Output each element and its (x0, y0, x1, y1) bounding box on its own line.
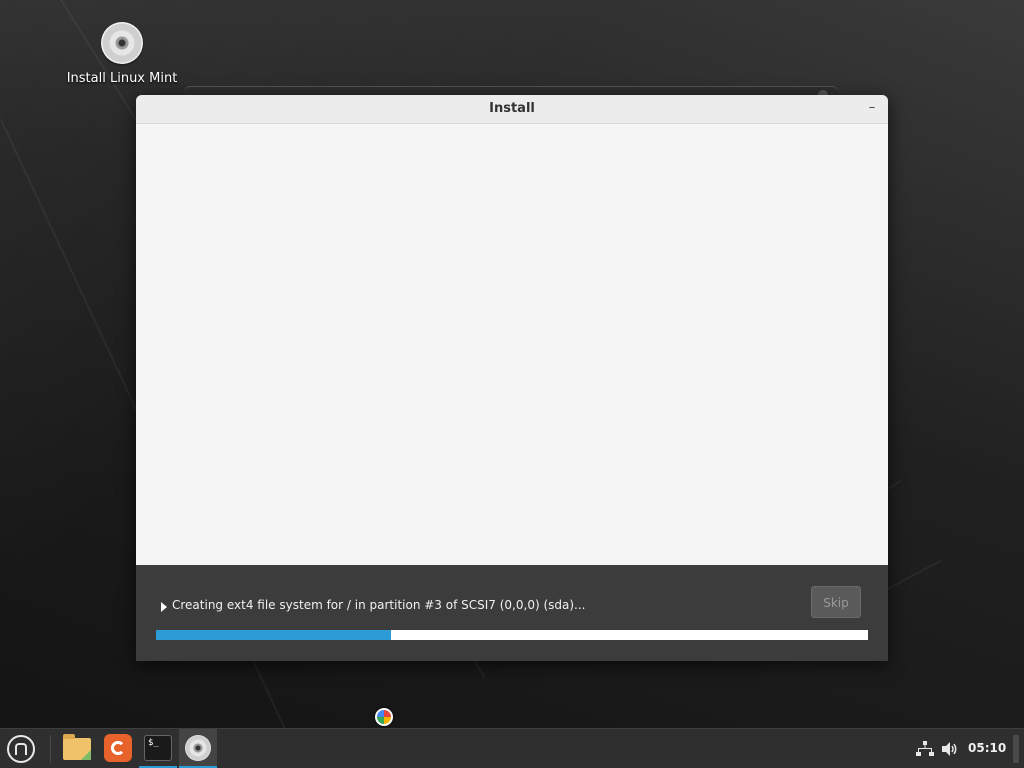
show-desktop-button[interactable] (1013, 735, 1019, 763)
install-status-text: Creating ext4 file system for / in parti… (172, 598, 586, 612)
desktop-icon-install-linux-mint[interactable]: Install Linux Mint (62, 22, 182, 86)
minimize-button[interactable]: – (864, 101, 880, 117)
volume-icon[interactable] (941, 741, 959, 757)
progress-panel: Creating ext4 file system for / in parti… (136, 565, 888, 661)
launcher-terminal[interactable]: $_ (139, 729, 177, 768)
disc-icon (101, 22, 143, 64)
firefox-icon (104, 734, 132, 762)
taskbar-separator (50, 735, 51, 763)
expander-arrow-icon[interactable] (161, 602, 167, 612)
desktop-icon-label: Install Linux Mint (66, 71, 178, 86)
install-window: Install – Creating ext4 file system for … (136, 95, 888, 661)
launcher-firefox[interactable] (99, 729, 137, 768)
taskbar: $_ 05:10 (0, 728, 1024, 768)
busy-cursor-icon (375, 708, 393, 726)
linux-mint-logo-icon (7, 735, 35, 763)
launcher-installer[interactable] (179, 729, 217, 768)
progress-bar (156, 630, 868, 640)
clock[interactable]: 05:10 (968, 741, 1006, 755)
skip-button[interactable]: Skip (811, 586, 861, 618)
disc-icon (185, 735, 211, 761)
terminal-icon: $_ (144, 735, 172, 761)
network-icon[interactable] (916, 741, 934, 757)
window-titlebar[interactable]: Install – (136, 95, 888, 124)
slideshow-area (136, 124, 888, 565)
window-title: Install (489, 101, 535, 116)
menu-button[interactable] (4, 732, 38, 766)
desktop: Install Linux Mint Install – Creating ex… (0, 0, 1024, 728)
progress-bar-fill (156, 630, 391, 640)
folder-icon (63, 734, 91, 760)
launcher-files[interactable] (58, 729, 96, 768)
